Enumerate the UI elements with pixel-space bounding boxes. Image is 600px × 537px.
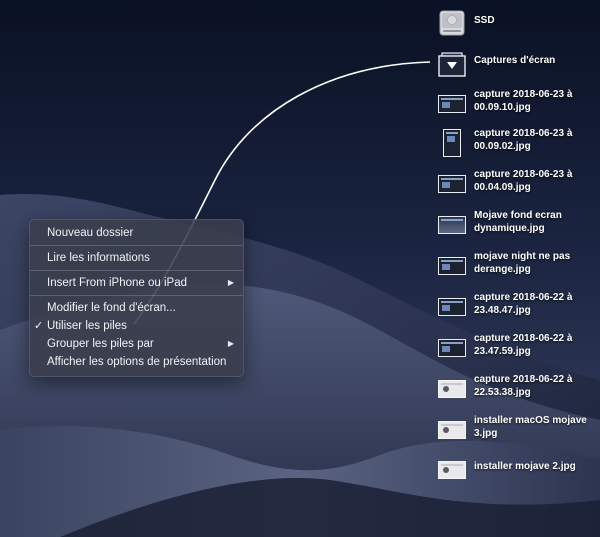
screenshot-thumbnail-icon [437, 292, 467, 322]
desktop-item-label: Mojave fond ecran dynamique.jpg [474, 210, 562, 234]
menu-item-label: Afficher les options de présentation [47, 356, 227, 368]
menu-separator [30, 245, 243, 246]
menu-item-label: Insert From iPhone ou iPad [47, 277, 187, 289]
desktop-item-file[interactable]: capture 2018-06-22 à 23.48.47.jpg [437, 292, 597, 322]
menu-item-lire-informations[interactable]: Lire les informations [30, 249, 243, 267]
screenshot-thumbnail-icon [437, 128, 467, 158]
checkmark-icon: ✓ [34, 320, 44, 332]
desktop-item-file[interactable]: capture 2018-06-23 à 00.09.10.jpg [437, 89, 597, 119]
submenu-arrow-icon: ▶ [227, 278, 234, 287]
submenu-arrow-icon: ▶ [227, 339, 234, 348]
menu-item-label: Nouveau dossier [47, 227, 134, 239]
menu-item-grouper-piles[interactable]: Grouper les piles par ▶ [30, 335, 243, 353]
screenshot-thumbnail-icon [437, 455, 467, 485]
desktop-item-label: SSD [474, 15, 495, 26]
desktop-item-label: capture 2018-06-23 à 00.04.09.jpg [474, 169, 573, 193]
desktop-item-label: capture 2018-06-23 à 00.09.10.jpg [474, 89, 573, 113]
desktop-item-label: Captures d'écran [474, 55, 556, 66]
desktop-item-label: capture 2018-06-22 à 22.53.38.jpg [474, 374, 573, 398]
screenshot-thumbnail-icon [437, 169, 467, 199]
screenshot-thumbnail-icon [437, 251, 467, 281]
screenshot-thumbnail-icon [437, 210, 467, 240]
desktop-item-ssd[interactable]: SSD [437, 8, 597, 38]
hard-drive-icon [439, 10, 465, 36]
desktop-item-label: capture 2018-06-22 à 23.47.59.jpg [474, 333, 573, 357]
desktop-item-file[interactable]: installer mojave 2.jpg [437, 455, 597, 485]
desktop-item-file[interactable]: installer macOS mojave 3.jpg [437, 415, 597, 445]
desktop-item-file[interactable]: capture 2018-06-23 à 00.04.09.jpg [437, 169, 597, 199]
screenshot-thumbnail-icon [437, 333, 467, 363]
desktop-item-label: capture 2018-06-23 à 00.09.02.jpg [474, 128, 573, 152]
menu-item-label: Utiliser les piles [47, 320, 127, 332]
screenshot-thumbnail-icon [437, 374, 467, 404]
folder-stack-icon [438, 52, 466, 77]
screenshot-thumbnail-icon [437, 415, 467, 445]
menu-item-modifier-fond[interactable]: Modifier le fond d'écran... [30, 299, 243, 317]
desktop-item-file[interactable]: capture 2018-06-23 à 00.09.02.jpg [437, 128, 597, 158]
menu-item-utiliser-piles[interactable]: ✓ Utiliser les piles [30, 317, 243, 335]
desktop-item-file[interactable]: capture 2018-06-22 à 22.53.38.jpg [437, 374, 597, 404]
screenshot-thumbnail-icon [437, 89, 467, 119]
desktop-item-stack-captures[interactable]: Captures d'écran [437, 50, 597, 80]
desktop-item-label: installer macOS mojave 3.jpg [474, 415, 587, 439]
menu-separator [30, 270, 243, 271]
desktop-item-label: installer mojave 2.jpg [474, 461, 576, 472]
menu-item-label: Modifier le fond d'écran... [47, 302, 176, 314]
menu-separator [30, 295, 243, 296]
menu-item-label: Grouper les piles par [47, 338, 154, 350]
desktop-item-file[interactable]: Mojave fond ecran dynamique.jpg [437, 210, 597, 240]
desktop-item-label: mojave night ne pas derange.jpg [474, 251, 571, 275]
menu-item-insert-from-iphone[interactable]: Insert From iPhone ou iPad ▶ [30, 274, 243, 292]
desktop-item-label: capture 2018-06-22 à 23.48.47.jpg [474, 292, 573, 316]
menu-item-label: Lire les informations [47, 252, 150, 264]
desktop-item-file[interactable]: mojave night ne pas derange.jpg [437, 251, 597, 281]
menu-item-options-presentation[interactable]: Afficher les options de présentation [30, 353, 243, 371]
menu-item-nouveau-dossier[interactable]: Nouveau dossier [30, 224, 243, 242]
desktop-context-menu: Nouveau dossier Lire les informations In… [29, 219, 244, 377]
desktop-item-file[interactable]: capture 2018-06-22 à 23.47.59.jpg [437, 333, 597, 363]
